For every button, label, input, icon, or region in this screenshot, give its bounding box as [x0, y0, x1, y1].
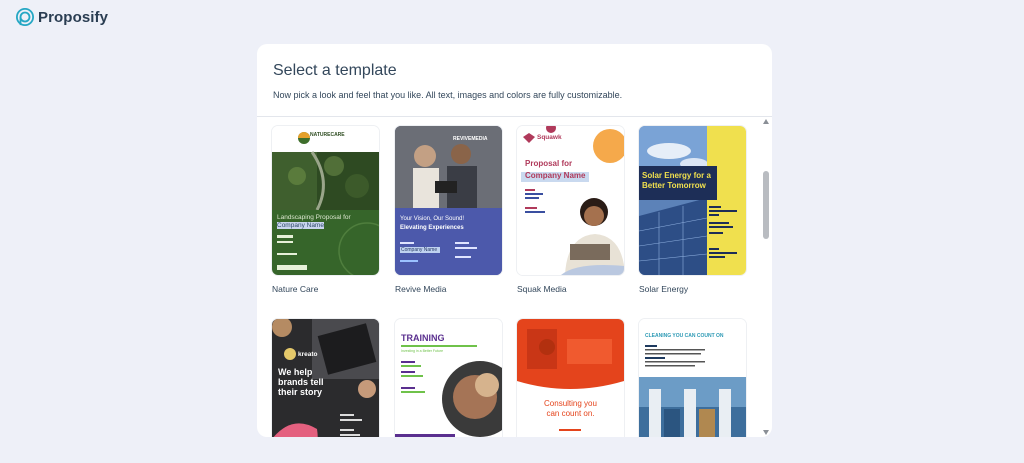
preview-tagline-text: Landscaping Proposal for — [277, 214, 351, 221]
preview-line2: can count on. — [546, 409, 595, 418]
template-thumbnail[interactable]: CLEANING YOU CAN COUNT ON — [639, 319, 746, 437]
template-thumbnail[interactable]: Consulting you can count on. — [517, 319, 624, 437]
template-card-solar-energy[interactable]: Solar Energy for a Better Tomorrow Solar… — [639, 126, 746, 294]
preview-brand: REVIVEMEDIA — [453, 136, 488, 142]
preview-highlight: Company Name — [401, 247, 438, 253]
preview-headline: Solar Energy for a Better Tomorrow — [642, 171, 711, 191]
brand-logo: Proposify — [16, 8, 108, 26]
preview-line1: CLEANING YOU CAN COUNT ON — [645, 333, 724, 339]
scroll-up-icon[interactable] — [763, 119, 769, 124]
template-card-consulting[interactable]: Consulting you can count on. — [517, 319, 624, 437]
template-card-cleaning[interactable]: CLEANING YOU CAN COUNT ON — [639, 319, 746, 437]
template-card-kreato[interactable]: kreato We help brands tell their story — [272, 319, 379, 437]
template-card-nature-care[interactable]: NATURECARE Landscaping Proposal for Comp… — [272, 126, 379, 294]
modal-subtitle: Now pick a look and feel that you like. … — [273, 90, 623, 100]
preview-line2: Investing in a Better Future — [401, 349, 444, 353]
preview-line1: We help — [278, 367, 313, 377]
scroll-down-icon[interactable] — [763, 430, 769, 435]
preview-headline: Consulting you can count on. — [517, 399, 624, 419]
template-grid-scrollbar[interactable] — [760, 116, 772, 438]
preview-line2: brands tell — [278, 377, 324, 387]
template-thumbnail[interactable]: kreato We help brands tell their story — [272, 319, 379, 437]
template-name: Nature Care — [272, 284, 319, 294]
preview-highlight: Company Name — [277, 222, 324, 229]
template-picker-modal: Select a template Now pick a look and fe… — [257, 44, 772, 437]
preview-line3: their story — [278, 387, 323, 397]
template-thumbnail[interactable]: Squawk Proposal for Company Name — [517, 126, 624, 275]
preview-highlight: Company Name — [525, 171, 586, 180]
preview-line1: TRAINING — [401, 333, 445, 343]
brand-name: Proposify — [38, 8, 109, 26]
preview-line2: Better Tomorrow — [642, 181, 706, 190]
template-name: Squak Media — [517, 284, 567, 294]
template-grid: NATURECARE Landscaping Proposal for Comp… — [257, 118, 772, 437]
preview-line1: Proposal for — [525, 159, 573, 168]
preview-brand: NATURECARE — [310, 132, 345, 138]
template-name: Solar Energy — [639, 284, 689, 294]
preview-tagline: Landscaping Proposal for Company Name — [277, 214, 372, 230]
modal-title: Select a template — [273, 62, 397, 79]
template-thumbnail[interactable]: NATURECARE Landscaping Proposal for Comp… — [272, 126, 379, 275]
scrollbar-thumb[interactable] — [763, 171, 769, 239]
preview-line2: Elevating Experiences — [400, 225, 464, 231]
proposify-logo-icon — [16, 8, 34, 26]
template-thumbnail[interactable]: TRAINING Investing in a Better Future — [395, 319, 502, 437]
preview-line1: Consulting you — [544, 399, 597, 408]
preview-line1: Solar Energy for a — [642, 171, 711, 180]
template-card-revive-media[interactable]: REVIVEMEDIA Your Vision, Our Sound! Elev… — [395, 126, 502, 294]
template-thumbnail[interactable]: REVIVEMEDIA Your Vision, Our Sound! Elev… — [395, 126, 502, 275]
preview-line1: Your Vision, Our Sound! — [400, 216, 465, 222]
preview-brand: Squawk — [537, 134, 562, 141]
template-name: Revive Media — [395, 284, 447, 294]
template-card-squak-media[interactable]: Squawk Proposal for Company Name Squak M… — [517, 126, 624, 294]
modal-header: Select a template Now pick a look and fe… — [257, 44, 772, 117]
preview-brand: kreato — [298, 351, 318, 358]
template-card-training[interactable]: TRAINING Investing in a Better Future — [395, 319, 502, 437]
preview-headline: We help brands tell their story — [278, 367, 324, 397]
template-thumbnail[interactable]: Solar Energy for a Better Tomorrow — [639, 126, 746, 275]
